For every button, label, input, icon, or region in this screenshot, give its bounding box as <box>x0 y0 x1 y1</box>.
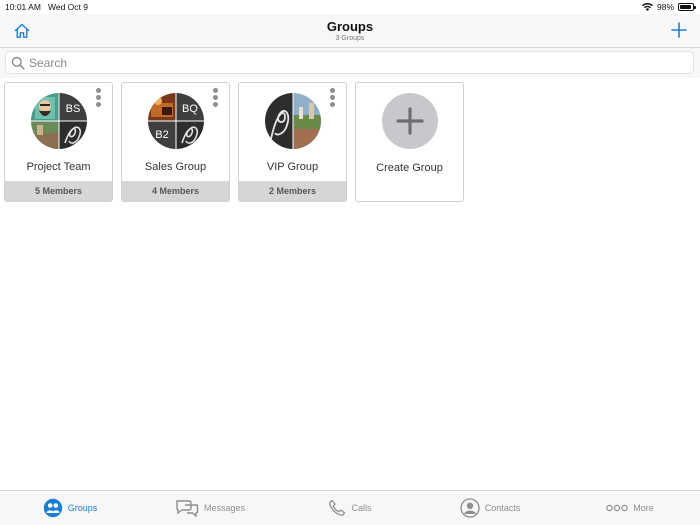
tile-initials: BQ <box>182 103 198 115</box>
search-field[interactable] <box>5 51 694 74</box>
groups-icon <box>43 498 62 518</box>
search-icon <box>11 56 25 70</box>
group-menu-button[interactable] <box>94 88 102 107</box>
tab-messages[interactable]: Messages <box>140 491 280 525</box>
tile-initials: BS <box>66 103 81 115</box>
member-count: 4 Members <box>122 181 229 201</box>
tab-label: Messages <box>203 503 246 513</box>
navigation-bar: Groups 3 Groups <box>0 14 700 48</box>
plus-icon[interactable] <box>670 21 688 39</box>
page-title: Groups <box>326 19 374 34</box>
group-menu-button[interactable] <box>328 88 336 107</box>
group-count: 3 Groups <box>335 35 365 42</box>
group-name: Project Team <box>26 161 91 173</box>
app-window: 10:01 AM Wed Oct 9 98% Groups 3 Groups S… <box>0 0 700 525</box>
phone-icon <box>329 499 346 516</box>
contact-icon <box>460 498 480 518</box>
group-card-vip-group[interactable]: VIP Group 2 Members <box>238 82 347 202</box>
tab-label: Calls <box>351 503 372 513</box>
tab-more[interactable]: More <box>560 491 700 525</box>
group-avatar: BS <box>31 93 87 149</box>
tab-bar: Groups Messages Calls Contacts More <box>0 490 700 525</box>
group-avatar: BQ B2 <box>148 93 204 149</box>
groups-grid: BS Project Team 5 Members BQ B2 Sales Gr… <box>4 82 464 202</box>
plus-circle-icon <box>382 93 438 149</box>
group-card-sales-group[interactable]: BQ B2 Sales Group 4 Members <box>121 82 230 202</box>
more-icon <box>606 504 628 512</box>
battery-icon <box>678 3 696 11</box>
tab-label: Contacts <box>484 503 521 513</box>
tab-groups[interactable]: Groups <box>0 491 140 525</box>
tile-initials: B2 <box>155 129 168 141</box>
tab-contacts[interactable]: Contacts <box>420 491 560 525</box>
status-right: 98% <box>641 2 696 12</box>
battery-percent: 98% <box>656 2 674 12</box>
group-name: VIP Group <box>266 161 319 173</box>
create-group-card[interactable]: Create Group <box>355 82 464 202</box>
member-count: 5 Members <box>5 181 112 201</box>
status-time: 10:01 AM <box>5 2 41 12</box>
status-bar: 10:01 AM Wed Oct 9 98% <box>0 0 700 14</box>
tab-calls[interactable]: Calls <box>280 491 420 525</box>
group-card-project-team[interactable]: BS Project Team 5 Members <box>4 82 113 202</box>
search-bar <box>0 48 700 78</box>
status-date: Wed Oct 9 <box>48 2 88 12</box>
group-avatar <box>265 93 321 149</box>
create-group-label: Create Group <box>376 162 443 174</box>
group-name: Sales Group <box>144 161 207 173</box>
search-input[interactable] <box>29 55 669 70</box>
tab-label: More <box>633 503 654 513</box>
tab-label: Groups <box>67 503 98 513</box>
messages-icon <box>176 500 199 517</box>
nav-title-group: Groups 3 Groups <box>0 19 700 42</box>
group-menu-button[interactable] <box>211 88 219 107</box>
member-count: 2 Members <box>239 181 346 201</box>
wifi-icon <box>641 3 653 11</box>
